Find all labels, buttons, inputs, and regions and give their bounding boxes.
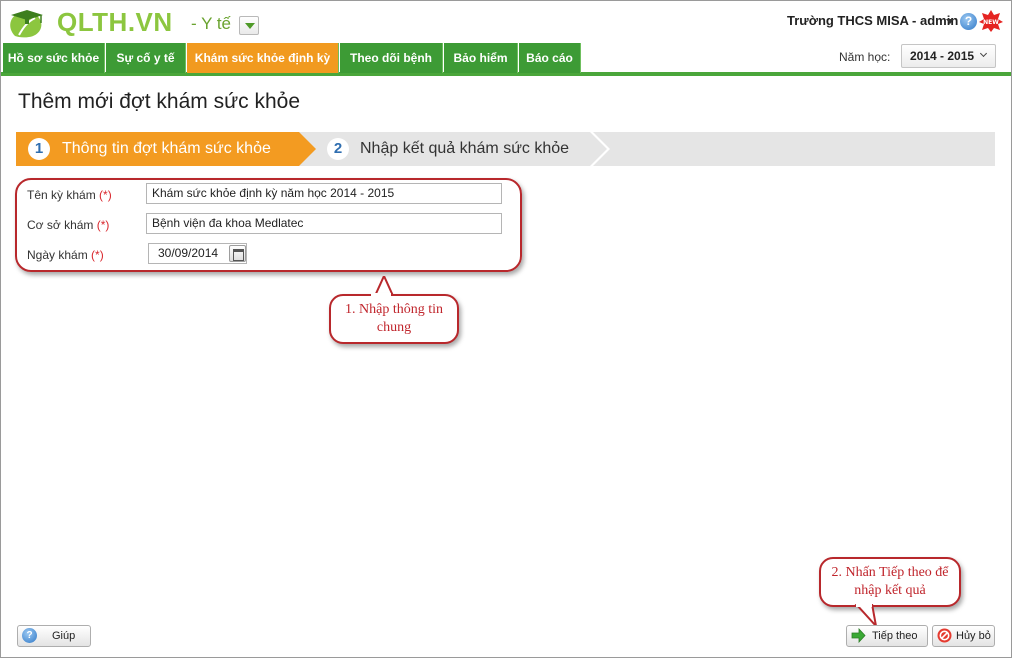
callout-tail-mask — [856, 603, 872, 607]
callout-line: 1. Nhập thông tin — [345, 302, 443, 317]
tab-ho-so-suc-khoe[interactable]: Hồ sơ sức khỏe — [3, 43, 105, 73]
user-caret-icon[interactable] — [946, 19, 954, 24]
main-nav: Hồ sơ sức khỏe Sự cố y tế Khám sức khỏe … — [1, 43, 1011, 76]
tab-bao-hiem[interactable]: Bảo hiểm — [444, 43, 518, 73]
tab-theo-doi-benh[interactable]: Theo dõi bệnh — [340, 43, 443, 73]
callout-line: chung — [376, 320, 412, 335]
callout-line: 2. Nhấn Tiếp theo để — [831, 565, 949, 580]
module-name: - Y tế — [191, 14, 232, 33]
step-number: 1 — [28, 138, 50, 160]
help-icon[interactable]: ? — [960, 13, 977, 30]
brand-name[interactable]: QLTH.VN — [57, 7, 173, 38]
step-label: Thông tin đợt khám sức khỏe — [62, 140, 271, 157]
help-button[interactable]: ? Giúp — [17, 625, 91, 647]
step-separator — [590, 132, 610, 166]
callout-step2: 2. Nhấn Tiếp theo để nhập kết quả — [819, 557, 961, 607]
help-label: Giúp — [52, 630, 76, 642]
header: QLTH.VN - Y tế Trường THCS MISA - admin … — [1, 1, 1011, 43]
annotation-outline — [15, 178, 522, 272]
arrow-right-icon — [851, 628, 866, 643]
cancel-label: Hủy bỏ — [956, 630, 991, 642]
year-label: Năm học: — [839, 50, 891, 64]
leaf-logo-icon — [10, 10, 43, 38]
page-title: Thêm mới đợt khám sức khỏe — [18, 90, 301, 113]
wizard-steps: 1 Thông tin đợt khám sức khỏe 2 Nhập kết… — [16, 132, 995, 166]
wizard-step-2[interactable]: Nhập kết quả khám sức khỏe — [360, 140, 569, 158]
tab-bao-cao[interactable]: Báo cáo — [519, 43, 581, 73]
cancel-button[interactable]: Hủy bỏ — [932, 625, 995, 647]
callout-step1: 1. Nhập thông tin chung — [329, 294, 459, 344]
year-select[interactable]: 2014 - 2015 — [901, 44, 996, 68]
cancel-icon — [937, 628, 952, 643]
step-number: 2 — [327, 138, 349, 160]
next-label: Tiếp theo — [872, 630, 918, 642]
school-user-menu[interactable]: Trường THCS MISA - admin — [787, 13, 958, 28]
year-value: 2014 - 2015 — [910, 49, 975, 63]
svg-text:NEW: NEW — [983, 19, 999, 26]
tab-kham-suc-khoe-dinh-ky[interactable]: Khám sức khỏe định kỳ — [187, 43, 339, 73]
help-circle-icon: ? — [22, 628, 37, 643]
next-button[interactable]: Tiếp theo — [846, 625, 928, 647]
tab-su-co-y-te[interactable]: Sự cố y tế — [106, 43, 186, 73]
wizard-step-1[interactable]: 1 Thông tin đợt khám sức khỏe — [16, 132, 316, 166]
callout-tail-mask — [371, 293, 391, 297]
callout-line: nhập kết quả — [854, 583, 926, 598]
new-badge-icon[interactable]: NEW — [979, 10, 1003, 32]
callout-tail — [854, 604, 878, 626]
chevron-down-icon — [979, 49, 988, 58]
dropdown-arrow-icon[interactable] — [239, 16, 259, 35]
